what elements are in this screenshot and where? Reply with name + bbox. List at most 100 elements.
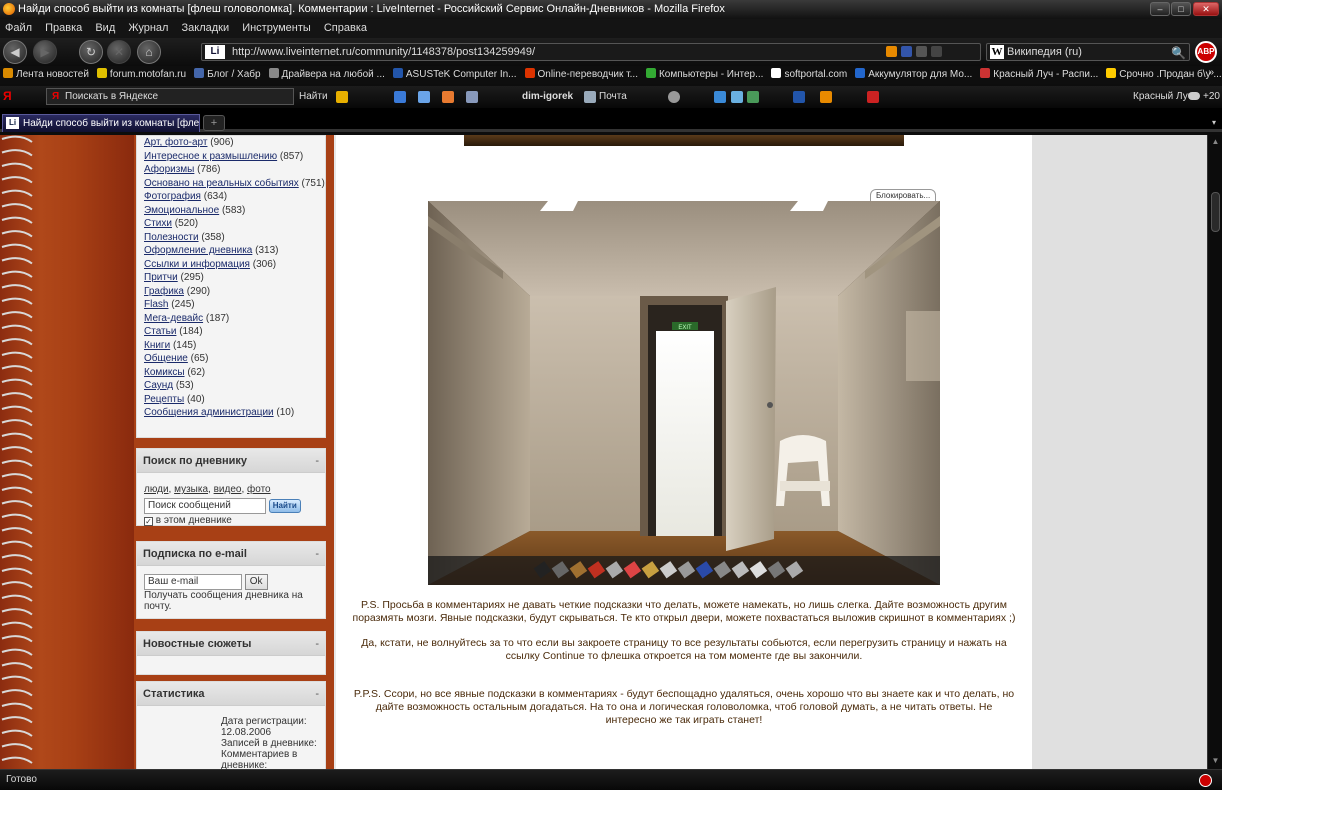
yandex-logo[interactable]: Я — [3, 89, 12, 103]
collapse-icon[interactable]: - — [315, 542, 319, 566]
bookmarks-more-icon[interactable]: » — [1208, 67, 1214, 78]
news-icon[interactable] — [867, 91, 879, 103]
maximize-button[interactable]: □ — [1171, 2, 1191, 16]
inventory-item[interactable] — [551, 561, 570, 579]
flash-game-room[interactable]: EXIT — [428, 201, 940, 585]
home-icon[interactable]: ⌂ — [137, 40, 161, 64]
new-tab-button[interactable]: + — [203, 115, 225, 131]
category-link[interactable]: Интересное к размышлению — [144, 151, 277, 162]
yandex-user[interactable]: dim-igorek — [522, 91, 573, 102]
weather-city[interactable]: Красный Луч — [1133, 91, 1193, 102]
category-link[interactable]: Рецепты — [144, 394, 184, 405]
category-link[interactable]: Афоризмы — [144, 164, 194, 175]
bookmark-item[interactable]: Красный Луч - Распи... — [977, 66, 1103, 80]
category-link[interactable]: Общение — [144, 353, 188, 364]
category-item[interactable]: Эмоциональное (583) — [137, 204, 325, 218]
inventory-item[interactable] — [767, 561, 786, 579]
contacts-icon[interactable] — [747, 91, 759, 103]
url-bar[interactable]: Li http://www.liveinternet.ru/community/… — [201, 43, 981, 61]
inventory-item[interactable] — [749, 561, 768, 579]
category-link[interactable]: Ссылки и информация — [144, 259, 250, 270]
category-item[interactable]: Фотография (634) — [137, 190, 325, 204]
search-link-photo[interactable]: фото — [247, 484, 271, 495]
check-icon[interactable] — [394, 91, 406, 103]
inventory-item[interactable] — [623, 561, 642, 579]
adblock-icon[interactable]: ABP — [1195, 41, 1217, 63]
category-link[interactable]: Эмоциональное — [144, 205, 219, 216]
category-item[interactable]: Афоризмы (786) — [137, 163, 325, 177]
menu-file[interactable]: Файл — [0, 19, 37, 34]
category-item[interactable]: Общение (65) — [137, 352, 325, 366]
inventory-bar[interactable] — [526, 560, 826, 580]
back-icon[interactable]: ◀ — [3, 40, 27, 64]
bookmark-item[interactable]: Аккумулятор для Мо... — [852, 66, 977, 80]
translate-icon[interactable] — [418, 91, 430, 103]
search-icon[interactable]: 🔍 — [1171, 45, 1186, 61]
bookmark-item[interactable]: ASUSTeK Computer In... — [390, 66, 522, 80]
in-diary-checkbox[interactable]: ✓ — [144, 517, 153, 526]
category-item[interactable]: Сообщения администрации (10) — [137, 406, 325, 420]
bookmark-item[interactable]: Блог / Хабр — [191, 66, 265, 80]
category-item[interactable]: Арт, фото-арт (906) — [137, 136, 325, 150]
category-item[interactable]: Flash (245) — [137, 298, 325, 312]
menu-tools[interactable]: Инструменты — [237, 19, 316, 34]
category-link[interactable]: Комиксы — [144, 367, 185, 378]
collapse-icon[interactable]: - — [315, 632, 319, 656]
collapse-icon[interactable]: - — [315, 449, 319, 473]
menu-history[interactable]: Журнал — [123, 19, 173, 34]
category-item[interactable]: Книги (145) — [137, 339, 325, 353]
reload-icon[interactable]: ↻ — [79, 40, 103, 64]
category-link[interactable]: Арт, фото-арт — [144, 137, 207, 148]
pages-icon[interactable] — [466, 91, 478, 103]
star-icon[interactable] — [901, 46, 912, 57]
search-link-people[interactable]: люди — [144, 484, 169, 495]
bookmark-item[interactable]: softportal.com — [768, 66, 852, 80]
tab-list-icon[interactable]: ▾ — [1212, 118, 1216, 127]
dropdown-icon[interactable] — [931, 46, 942, 57]
scroll-down-icon[interactable]: ▼ — [1210, 756, 1221, 767]
menu-bookmarks[interactable]: Закладки — [177, 19, 235, 34]
gear-icon[interactable] — [668, 91, 680, 103]
search-link-music[interactable]: музыка — [174, 484, 208, 495]
category-item[interactable]: Мега-девайс (187) — [137, 312, 325, 326]
category-item[interactable]: Оформление дневника (313) — [137, 244, 325, 258]
habr-icon[interactable] — [793, 91, 805, 103]
category-item[interactable]: Стихи (520) — [137, 217, 325, 231]
category-item[interactable]: Ссылки и информация (306) — [137, 258, 325, 272]
bookmark-item[interactable]: Драйвера на любой ... — [266, 66, 390, 80]
mail-icon[interactable] — [584, 91, 596, 103]
tab-active[interactable]: Li Найди способ выйти из комнаты [флеш г… — [2, 114, 200, 132]
menu-edit[interactable]: Правка — [40, 19, 87, 34]
inventory-item[interactable] — [713, 561, 732, 579]
scroll-up-icon[interactable]: ▲ — [1210, 137, 1221, 148]
category-item[interactable]: Полезности (358) — [137, 231, 325, 245]
category-item[interactable]: Комиксы (62) — [137, 366, 325, 380]
category-link[interactable]: Стихи — [144, 218, 172, 229]
menu-view[interactable]: Вид — [90, 19, 120, 34]
search-engine-label[interactable]: Википедия (ru) — [1007, 44, 1082, 60]
inventory-item[interactable] — [659, 561, 678, 579]
bookmark-item[interactable]: Компьютеры - Интер... — [643, 66, 768, 80]
stop-icon[interactable]: ✕ — [107, 40, 131, 64]
inventory-item[interactable] — [731, 561, 750, 579]
messages-icon[interactable] — [714, 91, 726, 103]
category-item[interactable]: Графика (290) — [137, 285, 325, 299]
category-link[interactable]: Основано на реальных событиях — [144, 178, 299, 189]
category-link[interactable]: Графика — [144, 286, 184, 297]
category-link[interactable]: Оформление дневника — [144, 245, 252, 256]
inventory-item[interactable] — [785, 561, 804, 579]
diary-search-button[interactable]: Найти — [268, 499, 301, 513]
bookmark-item[interactable]: forum.motofan.ru — [94, 66, 191, 80]
forward-icon[interactable]: ▶ — [33, 40, 57, 64]
scroll-thumb[interactable] — [1211, 192, 1220, 232]
category-link[interactable]: Мега-девайс — [144, 313, 203, 324]
bookmark-item[interactable]: Срочно .Продан б\у ... — [1103, 66, 1222, 80]
bookmark-icon[interactable] — [442, 91, 454, 103]
category-link[interactable]: Притчи — [144, 272, 178, 283]
category-link[interactable]: Книги — [144, 340, 170, 351]
subscribe-ok-button[interactable]: Ok — [244, 574, 268, 590]
category-link[interactable]: Полезности — [144, 232, 199, 243]
yandex-mail[interactable]: Почта — [599, 91, 627, 102]
translate-icon[interactable] — [916, 46, 927, 57]
category-link[interactable]: Сообщения администрации — [144, 407, 274, 418]
